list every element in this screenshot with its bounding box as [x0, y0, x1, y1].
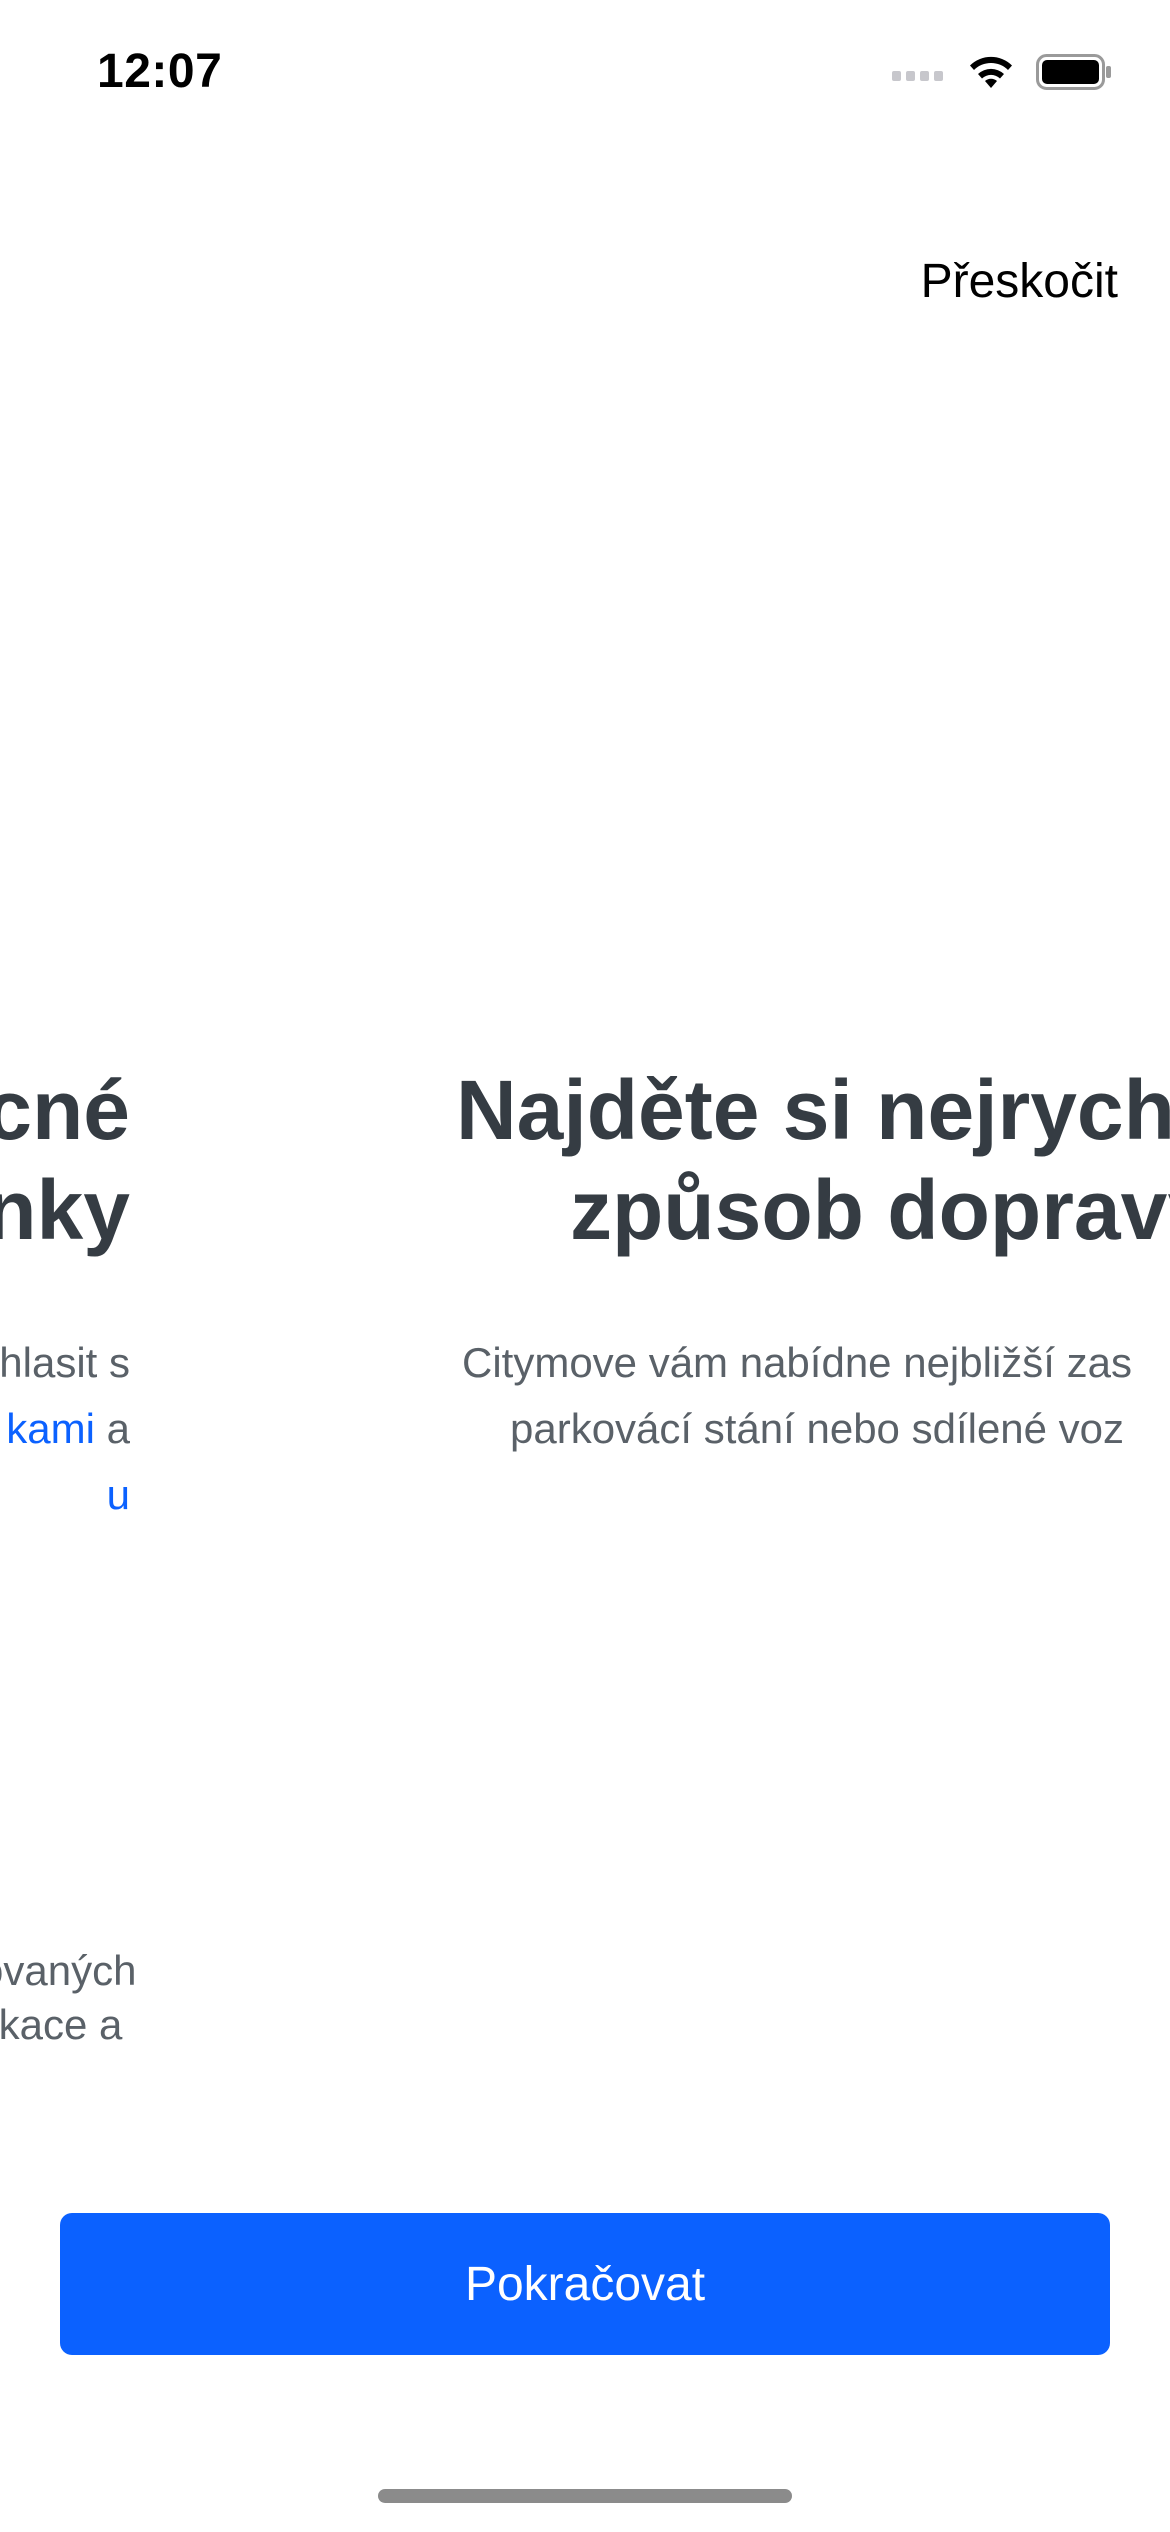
terms-link[interactable]: kami: [6, 1405, 95, 1452]
slide-title-line: Najděte si nejrychl: [456, 1063, 1170, 1157]
slide-footnote-line: ovaných: [0, 1947, 137, 1994]
slide-description-line: Citymove vám nabídne nejbližší zas: [462, 1339, 1132, 1386]
onboarding-pager[interactable]: cné nky e souhlasit s kami a u ovaných l…: [0, 0, 1170, 2532]
slide-description: Citymove vám nabídne nejbližší zas parko…: [370, 1330, 1170, 1462]
onboarding-slide-previous: cné nky e souhlasit s kami a u: [0, 1060, 130, 1528]
slide-title-line: způsob dopravy: [570, 1163, 1170, 1257]
slide-footnote: ovaných likace a: [0, 1944, 180, 2052]
slide-description: e souhlasit s kami a u: [0, 1330, 130, 1528]
slide-description-line: parkovácí stání nebo sdílené voz: [510, 1405, 1125, 1452]
slide-title: cné nky: [0, 1060, 130, 1260]
home-indicator[interactable]: [378, 2489, 792, 2503]
slide-title: Najděte si nejrychl způsob dopravy: [370, 1060, 1170, 1260]
privacy-link[interactable]: u: [107, 1471, 130, 1518]
continue-button[interactable]: Pokračovat: [60, 2213, 1110, 2355]
slide-description-text: a: [94, 1405, 130, 1452]
slide-footnote-line: likace a: [0, 2001, 123, 2048]
slide-title-line: cné: [0, 1063, 130, 1157]
slide-description-line: e souhlasit s: [0, 1339, 130, 1386]
onboarding-slide-current: Najděte si nejrychl způsob dopravy Citym…: [370, 1060, 1170, 1462]
slide-title-line: nky: [0, 1163, 130, 1257]
